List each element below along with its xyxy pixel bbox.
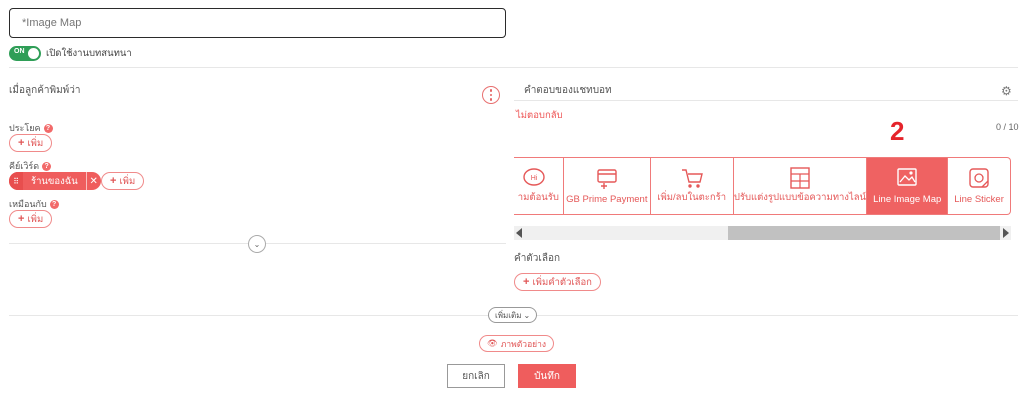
right-heading: คำตอบของแชทบอท [524,85,612,96]
chevron-down-icon[interactable]: ⌄ [248,235,266,253]
divider [514,100,1018,101]
add-option-label: เพิ่มคำตัวเลือก [532,276,592,288]
conversation-toggle-row: ON เปิดใช้งานบทสนทนา [9,46,132,61]
toggle-label: เปิดใช้งานบทสนทนา [46,48,132,59]
more-label: เพิ่มเติม [495,310,522,320]
tile-line-sticker[interactable]: Line Sticker [948,158,1010,214]
help-icon[interactable]: ? [49,199,59,209]
plus-icon: + [110,175,117,187]
layout-grid-icon [790,167,810,189]
more-options-icon[interactable] [482,86,500,104]
similar-label: เหมือนกับ [9,199,47,209]
cart-icon [681,169,703,188]
step-marker: 2 [890,116,905,146]
plus-icon: + [18,137,25,149]
add-similar-button[interactable]: + เพิ่ม [9,210,53,228]
help-icon[interactable]: ? [42,161,52,171]
toggle-state-text: ON [14,48,25,55]
add-sentence-label: เพิ่ม [27,137,44,149]
tile-welcome[interactable]: Hi ามต้อนรับ [514,158,564,214]
sentence-label: ประโยค [9,123,41,133]
gear-icon[interactable]: ⚙ [1001,84,1012,98]
add-similar-label: เพิ่ม [27,213,44,225]
reply-type-tiles: Hi ามต้อนรับ GB Prime Payment เพิ่ม/ลบใน… [514,157,1011,215]
options-label: คำตัวเลือก [514,253,561,264]
toggle-knob [28,48,39,59]
keyword-chip-text: ร้านของฉัน [23,172,87,190]
divider [9,67,1018,68]
tile-label: ามต้อนรับ [517,192,559,203]
reply-counter: 0 / 10 [996,122,1019,132]
chevron-down-icon: ⌄ [523,310,531,320]
add-keyword-label: เพิ่ม [119,175,136,187]
add-option-button[interactable]: + เพิ่มคำตัวเลือก [514,273,601,291]
tile-line-image-map[interactable]: Line Image Map [867,158,949,214]
preview-button[interactable]: 👁 ภาพตัวอย่าง [479,335,555,352]
remove-chip-icon[interactable]: ✕ [87,176,101,187]
scroll-right-icon[interactable] [1003,228,1009,238]
similar-label-row: เหมือนกับ ? [9,197,59,211]
scroll-thumb[interactable] [728,226,1000,240]
keyword-label: คีย์เวิร์ด [9,161,40,171]
drag-handle-icon[interactable]: ⠿ [9,172,23,190]
tiles-scrollbar[interactable] [514,226,1011,240]
plus-icon: + [18,213,25,225]
tile-label: Line Image Map [873,194,942,205]
keyword-chip[interactable]: ⠿ ร้านของฉัน ✕ [9,172,101,190]
sticker-icon [969,168,989,188]
welcome-chat-icon: Hi [523,168,545,186]
tile-label: ปรับแต่งรูปแบบข้อความทางไลน์ [733,192,867,203]
preview-label: ภาพตัวอย่าง [500,338,547,349]
payment-card-icon [597,169,617,189]
tile-cart[interactable]: เพิ่ม/ลบในตะกร้า [651,158,734,214]
tile-gb-prime[interactable]: GB Prime Payment [564,158,651,214]
image-map-icon [897,168,917,186]
add-keyword-button[interactable]: + เพิ่ม [101,172,145,190]
more-button[interactable]: เพิ่มเติม ⌄ [488,307,538,323]
plus-icon: + [523,276,530,288]
svg-text:Hi: Hi [531,175,538,182]
tile-label: Line Sticker [954,194,1004,205]
eye-icon: 👁 [487,338,498,348]
no-reply-label[interactable]: ไม่ตอบกลับ [516,108,563,123]
add-sentence-button[interactable]: + เพิ่ม [9,134,53,152]
cancel-button[interactable]: ยกเลิก [447,364,505,388]
left-heading: เมื่อลูกค้าพิมพ์ว่า [9,85,81,96]
save-button[interactable]: บันทึก [518,364,576,388]
tile-label: GB Prime Payment [566,194,648,205]
image-map-title-input[interactable] [9,8,506,38]
help-icon[interactable]: ? [43,123,53,133]
sentence-label-row: ประโยค ? [9,121,53,135]
scroll-left-icon[interactable] [516,228,522,238]
conversation-toggle[interactable]: ON [9,46,41,61]
tile-line-format[interactable]: ปรับแต่งรูปแบบข้อความทางไลน์ [734,158,868,214]
tile-label: เพิ่ม/ลบในตะกร้า [657,192,727,203]
keyword-label-row: คีย์เวิร์ด ? [9,159,52,173]
